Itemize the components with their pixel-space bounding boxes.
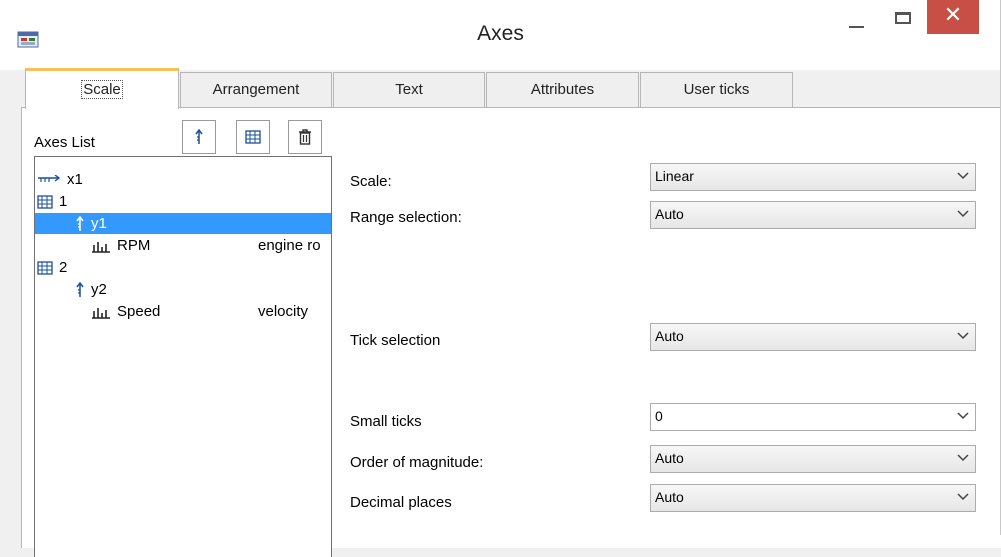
maximize-button[interactable] [880,0,926,45]
scale-dropdown[interactable]: Linear [650,163,976,191]
scale-panel: Axes List x1 1 y1 RPM engine ro 2 y2 Spe… [21,107,1001,557]
chevron-down-icon [957,210,969,218]
tab-attributes[interactable]: Attributes [486,72,639,108]
title-bar: Axes ✕ [0,0,1001,70]
tree-item-label: y1 [91,215,107,232]
system-icon [37,260,53,275]
add-system-icon [245,130,261,144]
add-axis-button[interactable] [182,120,216,154]
decimal-places-label: Decimal places [350,494,452,511]
channel-icon [92,307,110,319]
minimize-button[interactable] [833,0,879,45]
tree-item-description: engine ro [258,237,321,254]
tree-item-label: RPM [117,237,151,254]
tab-label: Arrangement [212,81,300,98]
scale-label: Scale: [350,173,392,190]
tree-item-system-1[interactable]: 1 [35,191,331,212]
delete-icon [299,129,311,145]
tab-label: Scale [81,80,123,99]
small-ticks-label: Small ticks [350,413,422,430]
order-of-magnitude-label: Order of magnitude: [350,454,484,471]
tree-item-rpm[interactable]: RPM engine ro [35,235,331,256]
combobox-value: 0 [655,408,663,424]
tree-item-system-2[interactable]: 2 [35,257,331,278]
chevron-down-icon [957,412,969,420]
tick-selection-label: Tick selection [350,332,441,349]
tree-item-label: 2 [59,259,68,276]
tab-scale[interactable]: Scale [25,68,179,109]
decimal-places-dropdown[interactable]: Auto [650,484,976,512]
dropdown-value: Linear [655,168,694,184]
tree-item-description: velocity [258,303,309,320]
y-axis-icon [76,215,84,231]
chevron-down-icon [957,332,969,340]
axes-tree[interactable]: x1 1 y1 RPM engine ro 2 y2 Speed velocit… [34,156,332,557]
system-icon [37,194,53,209]
tree-item-x1[interactable]: x1 [35,169,331,190]
dropdown-value: Auto [655,206,684,222]
dropdown-value: Auto [655,450,684,466]
tree-item-y1[interactable]: y1 [35,213,331,234]
close-button[interactable]: ✕ [927,0,979,34]
tree-item-label: y2 [91,281,107,298]
add-system-button[interactable] [236,120,270,154]
add-axis-icon [195,129,203,144]
chevron-down-icon [957,493,969,501]
small-ticks-combobox[interactable]: 0 [650,403,976,431]
dropdown-value: Auto [655,328,684,344]
chevron-down-icon [957,172,969,180]
maximize-icon [895,11,911,24]
close-icon: ✕ [943,2,963,27]
tree-item-y2[interactable]: y2 [35,279,331,300]
tab-label: Attributes [530,81,595,98]
tab-label: Text [395,81,423,98]
tree-item-label: 1 [59,193,68,210]
delete-button[interactable] [288,120,322,154]
tab-arrangement[interactable]: Arrangement [180,72,332,108]
range-selection-dropdown[interactable]: Auto [650,201,976,229]
axes-list-label: Axes List [34,134,95,151]
x-axis-icon [38,174,61,182]
tree-item-label: Speed [117,303,161,320]
range-selection-label: Range selection: [350,209,462,226]
dropdown-value: Auto [655,489,684,505]
tab-label: User ticks [683,81,750,98]
minimize-icon [848,25,864,28]
tab-user-ticks[interactable]: User ticks [640,72,793,108]
y-axis-icon [76,281,84,297]
tick-selection-dropdown[interactable]: Auto [650,323,976,351]
tab-text[interactable]: Text [333,72,485,108]
chevron-down-icon [957,454,969,462]
tree-item-speed[interactable]: Speed velocity [35,301,331,322]
channel-icon [92,241,110,253]
tree-item-label: x1 [67,171,83,188]
order-of-magnitude-dropdown[interactable]: Auto [650,445,976,473]
